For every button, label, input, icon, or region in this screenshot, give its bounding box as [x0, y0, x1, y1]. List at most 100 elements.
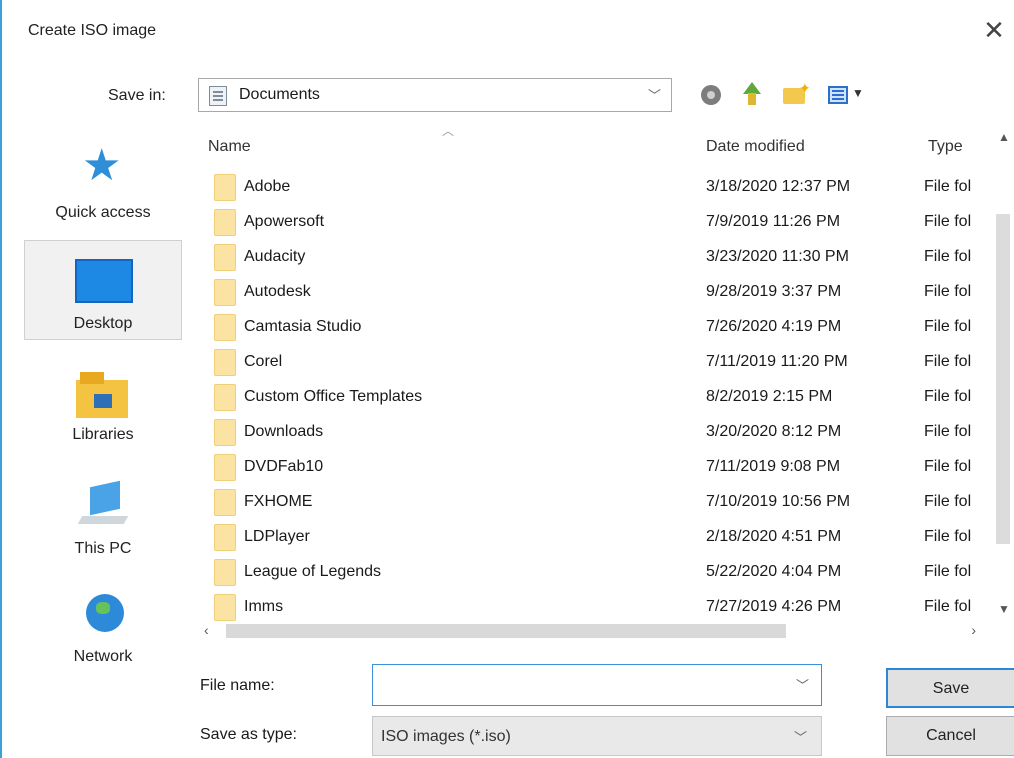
scroll-up-icon[interactable]: ▲	[998, 130, 1010, 144]
file-type: File fol	[924, 248, 972, 265]
file-row[interactable]: FXHOME 7/10/2019 10:56 PM File fol	[198, 485, 994, 520]
folder-icon	[214, 349, 236, 376]
file-name: LDPlayer	[244, 528, 310, 545]
file-row[interactable]: DVDFab10 7/11/2019 9:08 PM File fol	[198, 450, 994, 485]
file-name-input[interactable]	[373, 665, 773, 703]
file-name: FXHOME	[244, 493, 313, 510]
file-date: 7/11/2019 9:08 PM	[706, 458, 841, 475]
file-row[interactable]: Corel 7/11/2019 11:20 PM File fol	[198, 345, 994, 380]
save-as-type-value: ISO images (*.iso)	[381, 728, 511, 745]
place-desktop[interactable]: Desktop	[24, 240, 182, 340]
file-name: Camtasia Studio	[244, 318, 362, 335]
file-date: 9/28/2019 3:37 PM	[706, 283, 842, 300]
file-list[interactable]: ︿ Name Date modified Type Adobe 3/18/202…	[198, 126, 1014, 638]
horizontal-scroll-thumb[interactable]	[226, 624, 786, 638]
file-name: Custom Office Templates	[244, 388, 423, 405]
file-name: Imms	[244, 598, 284, 615]
folder-icon	[214, 559, 236, 586]
place-label: This PC	[74, 540, 132, 557]
folder-icon	[214, 314, 236, 341]
column-date-modified[interactable]: Date modified	[706, 138, 805, 156]
file-type: File fol	[924, 283, 972, 300]
place-this-pc[interactable]: This PC	[24, 468, 182, 568]
dialog-title: Create ISO image	[28, 22, 157, 39]
file-row[interactable]: Autodesk 9/28/2019 3:37 PM File fol	[198, 275, 994, 310]
new-folder-icon[interactable]: ✦	[781, 80, 811, 110]
file-date: 7/11/2019 11:20 PM	[706, 353, 848, 370]
file-row[interactable]: Custom Office Templates 8/2/2019 2:15 PM…	[198, 380, 994, 415]
file-date: 3/20/2020 8:12 PM	[706, 423, 842, 440]
up-folder-icon[interactable]	[739, 80, 765, 110]
file-date: 8/2/2019 2:15 PM	[706, 388, 833, 405]
vertical-scroll-thumb[interactable]	[996, 214, 1010, 544]
computer-icon	[77, 480, 130, 532]
file-row[interactable]: LDPlayer 2/18/2020 4:51 PM File fol	[198, 520, 994, 555]
file-row[interactable]: Camtasia Studio 7/26/2020 4:19 PM File f…	[198, 310, 994, 345]
file-name: Downloads	[244, 423, 324, 440]
chevron-down-icon: ﹀	[647, 88, 661, 103]
close-icon[interactable]: ✕	[980, 14, 1008, 46]
file-type: File fol	[924, 388, 972, 405]
file-type: File fol	[924, 528, 972, 545]
file-type: File fol	[924, 178, 972, 195]
file-row[interactable]: Adobe 3/18/2020 12:37 PM File fol	[198, 170, 994, 205]
file-type: File fol	[924, 598, 972, 615]
folder-icon	[214, 279, 236, 306]
places-bar: ★ Quick access Desktop Libraries This PC…	[24, 126, 184, 686]
save-as-type-label: Save as type:	[200, 726, 297, 743]
folder-icon	[214, 419, 236, 446]
file-date: 7/9/2019 11:26 PM	[706, 213, 841, 230]
file-name: Autodesk	[244, 283, 311, 300]
folder-icon	[214, 524, 236, 551]
file-row[interactable]: Audacity 3/23/2020 11:30 PM File fol	[198, 240, 994, 275]
folder-icon	[214, 594, 236, 621]
scroll-right-icon[interactable]: ›	[971, 622, 976, 638]
file-name: Adobe	[244, 178, 291, 195]
save-in-value: Documents	[239, 86, 320, 103]
save-in-dropdown[interactable]: Documents ﹀	[198, 78, 672, 112]
documents-folder-icon	[209, 86, 227, 106]
place-network[interactable]: Network	[24, 576, 182, 676]
file-type: File fol	[924, 458, 972, 475]
column-name[interactable]: Name	[208, 138, 251, 156]
file-name: Audacity	[244, 248, 306, 265]
place-label: Network	[73, 648, 133, 665]
file-date: 7/10/2019 10:56 PM	[706, 493, 851, 510]
vertical-scrollbar[interactable]: ▲ ▼	[994, 130, 1014, 626]
file-name-field[interactable]: ﹀	[372, 664, 822, 706]
file-date: 7/27/2019 4:26 PM	[706, 598, 842, 615]
folder-icon	[214, 244, 236, 271]
cancel-button[interactable]: Cancel	[886, 716, 1014, 756]
title-bar: Create ISO image ✕	[2, 0, 1014, 62]
desktop-icon	[75, 259, 133, 303]
file-type: File fol	[924, 423, 972, 440]
folder-icon	[214, 454, 236, 481]
file-name: DVDFab10	[244, 458, 324, 475]
place-quick-access[interactable]: ★ Quick access	[24, 126, 182, 226]
folder-icon	[214, 489, 236, 516]
star-icon: ★	[82, 141, 122, 190]
chevron-down-icon[interactable]: ﹀	[796, 675, 809, 694]
place-libraries[interactable]: Libraries	[24, 354, 182, 454]
scroll-left-icon[interactable]: ‹	[204, 622, 209, 638]
sort-caret-icon: ︿	[442, 126, 455, 138]
file-row[interactable]: Apowersoft 7/9/2019 11:26 PM File fol	[198, 205, 994, 240]
file-type: File fol	[924, 318, 972, 335]
column-header: ︿ Name Date modified Type	[198, 126, 1014, 166]
folder-icon	[214, 209, 236, 236]
horizontal-scrollbar[interactable]: ‹ ›	[198, 620, 994, 642]
back-icon[interactable]	[699, 80, 725, 110]
scroll-down-icon[interactable]: ▼	[998, 602, 1010, 616]
column-type[interactable]: Type	[928, 138, 963, 156]
view-menu-icon[interactable]: ▼	[826, 80, 876, 110]
save-as-type-dropdown[interactable]: ISO images (*.iso) ﹀	[372, 716, 822, 756]
file-type: File fol	[924, 563, 972, 580]
save-button[interactable]: Save	[886, 668, 1014, 708]
file-row[interactable]: Downloads 3/20/2020 8:12 PM File fol	[198, 415, 994, 450]
file-date: 5/22/2020 4:04 PM	[706, 563, 842, 580]
file-type: File fol	[924, 493, 972, 510]
file-row[interactable]: League of Legends 5/22/2020 4:04 PM File…	[198, 555, 994, 590]
file-date: 3/23/2020 11:30 PM	[706, 248, 849, 265]
file-name: Corel	[244, 353, 283, 370]
network-icon	[78, 586, 130, 638]
